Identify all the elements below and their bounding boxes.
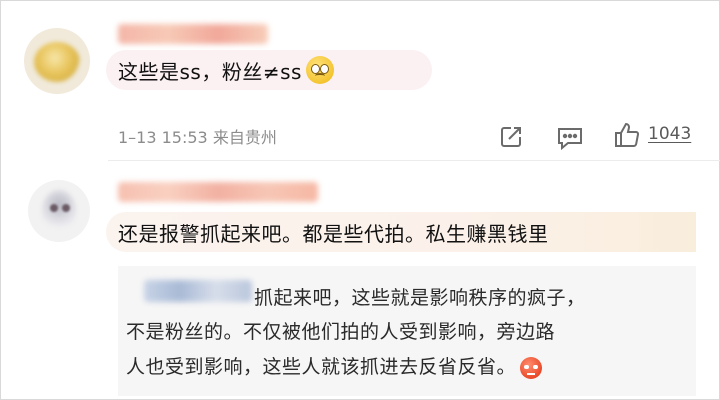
reply-box[interactable]: 抓起来吧，这些就是影响秩序的疯子， 不是粉丝的。不仅被他们拍的人受到影响，旁边路… <box>118 266 696 396</box>
reply-text-line: 抓起来吧，这些就是影响秩序的疯子， <box>254 287 586 309</box>
comment-text: 还是报警抓起来吧。都是些代拍。私生赚黑钱里 <box>118 221 549 246</box>
user-avatar[interactable] <box>24 28 90 94</box>
angry-face-emoji <box>520 356 543 379</box>
comment-text: 这些是ss，粉丝≠ss <box>118 59 302 84</box>
share-icon[interactable] <box>498 124 524 150</box>
comment-bubble: 还是报警抓起来吧。都是些代拍。私生赚黑钱里 <box>106 212 696 252</box>
comment-meta: 1–13 15:53 来自贵州 <box>118 128 277 147</box>
username-blurred[interactable] <box>118 24 268 44</box>
avatar-image <box>34 42 80 82</box>
user-avatar[interactable] <box>28 180 90 242</box>
thumbs-up-icon[interactable] <box>612 120 642 150</box>
avatar-image <box>42 190 76 232</box>
comment-divider <box>108 160 720 161</box>
like-count[interactable]: 1043 <box>648 124 691 144</box>
avatar-eye <box>50 204 58 212</box>
reply-text-line-content: 人也受到影响，这些人就该抓进去反省反省。 <box>126 356 517 378</box>
reply-text-line: 人也受到影响，这些人就该抓进去反省反省。 <box>126 352 543 379</box>
avatar-eye <box>62 204 70 212</box>
username-blurred[interactable] <box>118 182 318 202</box>
sad-face-emoji <box>305 56 334 84</box>
comment-icon[interactable] <box>556 124 584 150</box>
reply-text-line: 不是粉丝的。不仅被他们拍的人受到影响，旁边路 <box>126 321 556 343</box>
comment-bubble: 这些是ss，粉丝≠ss <box>106 50 432 90</box>
reply-username-blurred[interactable] <box>144 280 252 302</box>
